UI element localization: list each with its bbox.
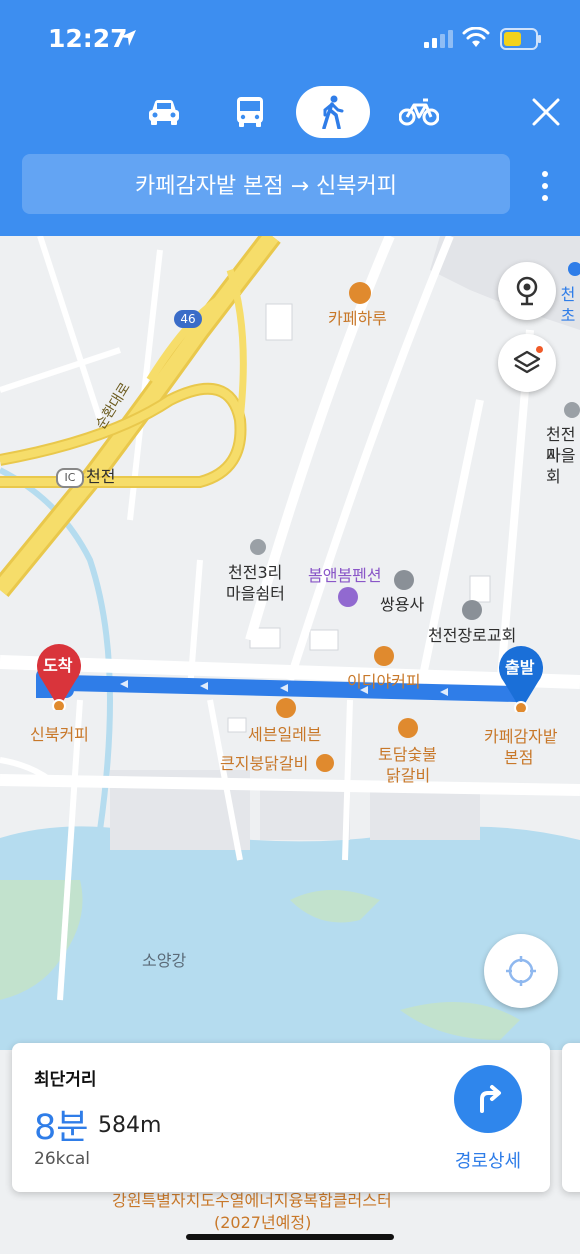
tab-car[interactable] [140,86,188,138]
battery-icon [500,28,541,50]
car-icon [149,100,179,125]
place-marker-icon [564,402,580,418]
poi-start-cafe-line2[interactable]: 본점 [504,747,533,768]
wifi-icon [462,27,490,47]
poi-kuns-dakgalbi[interactable]: 큰지붕닭갈비 [220,753,308,774]
rest-area-icon [250,539,266,555]
road-46-badge: 46 [174,310,202,328]
status-time: 12:27 [48,24,128,53]
ic-name-label: 천전 [86,467,116,486]
crosshair-icon [506,956,536,986]
walk-icon [322,95,344,129]
restaurant-icon [316,754,334,772]
poi-end-cafe[interactable]: 신북커피 [30,724,89,745]
start-pin-label: 출발 [505,658,535,677]
route-calories: 26kcal [34,1149,90,1169]
close-button[interactable] [526,92,566,132]
home-indicator[interactable] [186,1234,394,1240]
cell-signal-icon [424,30,453,48]
more-vertical-icon [542,171,548,201]
header: 12:27 카페감자밭 본점 → 신북커피 [0,0,580,236]
poi-cafe-haru[interactable]: 카페하루 [328,308,387,329]
poi-start-cafe-line1[interactable]: 카페감자밭 [484,726,558,747]
bed-icon [338,587,358,607]
poi-todam-line2[interactable]: 닭갈비 [386,765,430,786]
route-duration: 8분 [34,1108,89,1148]
my-location-button[interactable] [484,934,558,1008]
location-arrow-icon [120,30,136,46]
route-type-label: 최단거리 [34,1070,97,1090]
more-options-button[interactable] [530,166,560,206]
layers-notification-dot [536,346,543,353]
layers-button[interactable] [498,334,556,392]
restaurant-icon [398,718,418,738]
next-route-card[interactable] [562,1043,580,1192]
tab-bus[interactable] [226,86,274,138]
cctv-icon [516,276,538,306]
cafe-icon[interactable] [349,282,371,304]
poi-todam-line1[interactable]: 토담숯불 [378,744,437,765]
route-summary-bar[interactable]: 카페감자밭 본점 → 신북커피 [22,154,510,214]
bus-icon [237,97,263,127]
route-distance: 584m [98,1113,162,1138]
poi-ssangyongsa[interactable]: 쌍용사 [380,594,424,615]
route-detail-button[interactable] [454,1065,522,1133]
ic-badge: IC [56,468,84,488]
start-pin[interactable]: 출발 [496,642,546,712]
church-icon [462,600,482,620]
poi-seven-eleven[interactable]: 세븐일레븐 [248,724,322,745]
poi-bom-pension[interactable]: 봄앤봄펜션 [308,565,382,586]
route-text: 카페감자밭 본점 → 신북커피 [134,174,398,199]
station-icon [568,262,580,276]
route-detail-label[interactable]: 경로상세 [438,1147,538,1173]
river-label: 소양강 [142,951,187,970]
transport-mode-tabs [0,86,580,140]
cctv-button[interactable] [498,262,556,320]
end-pin[interactable]: 도착 [34,640,84,710]
bike-icon [399,98,439,126]
poi-rest-area-line1[interactable]: 천전3리 [228,562,282,583]
poi-cheonjeon-hall-line2[interactable]: 마을회 [546,445,580,487]
close-icon [532,98,560,126]
route-card[interactable]: 최단거리 8분 584m 26kcal 경로상세 [12,1043,550,1192]
poi-ediya[interactable]: 이디야커피 [347,671,421,692]
temple-icon [394,570,414,590]
status-bar: 12:27 [0,0,580,78]
poi-bottom-building-line1[interactable]: 강원특별자치도수열에너지융복합클러스터 [112,1190,392,1211]
tab-walk[interactable] [296,86,370,138]
cafe-icon [374,646,394,666]
poi-bottom-building-line2[interactable]: (2027년예정) [214,1212,311,1233]
poi-school-partial[interactable]: 천초 [556,284,580,326]
poi-rest-area-line2[interactable]: 마을쉼터 [226,583,285,604]
tab-bike[interactable] [392,86,446,138]
convenience-store-icon [276,698,296,718]
end-pin-label: 도착 [43,656,73,675]
turn-right-arrow-icon [480,1085,501,1113]
